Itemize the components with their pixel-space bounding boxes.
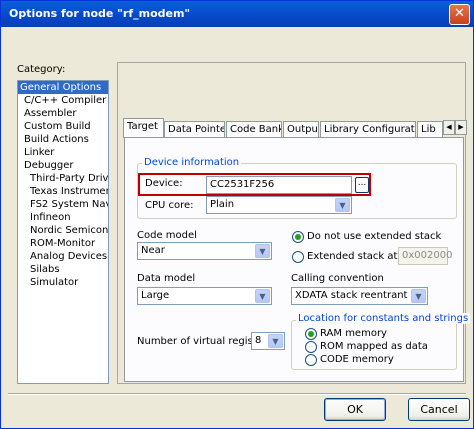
category-item[interactable]: Build Actions — [18, 133, 108, 146]
device-label: Device: — [145, 178, 183, 189]
ram-memory-label: RAM memory — [320, 328, 387, 339]
tab-lib[interactable]: Lib — [417, 121, 443, 137]
category-item[interactable]: Silabs — [18, 263, 108, 276]
chevron-down-icon[interactable]: ▼ — [268, 334, 283, 348]
category-item[interactable]: Infineon — [18, 211, 108, 224]
tab-code-bank[interactable]: Code Bank — [226, 121, 282, 137]
category-item[interactable]: General Options — [18, 81, 108, 94]
tab-scroll: ◀ ▶ — [443, 120, 467, 135]
category-item[interactable]: Analog Devices — [18, 250, 108, 263]
no-extended-stack-radio[interactable] — [292, 231, 304, 243]
category-item[interactable]: Assembler — [18, 107, 108, 120]
tab-output[interactable]: Output — [283, 121, 319, 137]
virtual-registers-value: 8 — [255, 335, 262, 346]
code-model-select[interactable]: Near ▼ — [137, 242, 272, 260]
chevron-down-icon[interactable]: ▼ — [255, 289, 270, 303]
category-item[interactable]: Texas Instruments — [18, 185, 108, 198]
tab-data-pointer[interactable]: Data Pointer — [164, 121, 225, 137]
ram-memory-radio[interactable] — [305, 328, 317, 340]
device-info-title: Device information — [142, 157, 242, 168]
close-button[interactable]: ✕ — [449, 4, 470, 25]
close-icon: ✕ — [454, 6, 465, 21]
category-item[interactable]: Custom Build — [18, 120, 108, 133]
category-item[interactable]: Nordic Semiconduc — [18, 224, 108, 237]
category-label: Category: — [17, 64, 66, 75]
data-model-value: Large — [141, 290, 170, 301]
calling-convention-select[interactable]: XDATA stack reentrant ▼ — [291, 287, 428, 305]
no-extended-stack-label: Do not use extended stack — [307, 231, 442, 242]
code-memory-radio[interactable] — [305, 354, 317, 366]
cpu-core-value: Plain — [210, 199, 235, 210]
tab-library-configuration[interactable]: Library Configuration — [320, 121, 416, 137]
title-bar[interactable]: Options for node "rf_modem" ✕ — [1, 1, 473, 27]
data-model-select[interactable]: Large ▼ — [137, 287, 272, 305]
browse-device-button[interactable]: ... — [355, 177, 369, 193]
device-field[interactable]: CC2531F256 — [206, 176, 352, 194]
window-title: Options for node "rf_modem" — [9, 7, 191, 20]
category-item[interactable]: Linker — [18, 146, 108, 159]
extended-stack-at-radio[interactable] — [292, 251, 304, 263]
category-list[interactable]: General Options C/C++ Compiler Assembler Cu… — [17, 80, 109, 384]
tab-scroll-right-icon[interactable]: ▶ — [455, 120, 467, 135]
category-item[interactable]: Third-Party Driver — [18, 172, 108, 185]
category-item[interactable]: Simulator — [18, 276, 108, 289]
tab-scroll-left-icon[interactable]: ◀ — [443, 120, 455, 135]
chevron-down-icon[interactable]: ▼ — [255, 244, 270, 258]
extended-stack-address-field[interactable]: 0x002000 — [398, 247, 452, 265]
cpu-core-select[interactable]: Plain ▼ — [206, 196, 352, 214]
footer-separator — [8, 393, 466, 395]
chevron-down-icon[interactable]: ▼ — [335, 198, 350, 212]
category-item[interactable]: C/C++ Compiler — [18, 94, 108, 107]
constants-location-title: Location for constants and strings — [296, 313, 471, 324]
data-model-label: Data model — [137, 273, 196, 284]
category-item[interactable]: ROM-Monitor — [18, 237, 108, 250]
extended-stack-at-label: Extended stack at: — [307, 251, 401, 262]
category-item[interactable]: Debugger — [18, 159, 108, 172]
cancel-button[interactable]: Cancel — [408, 398, 470, 421]
calling-convention-label: Calling convention — [291, 273, 384, 284]
category-item[interactable]: FS2 System Naviga — [18, 198, 108, 211]
virtual-registers-select[interactable]: 8 ▼ — [251, 332, 285, 350]
code-model-value: Near — [141, 245, 165, 256]
rom-mapped-radio[interactable] — [305, 341, 317, 353]
ok-button[interactable]: OK — [324, 398, 386, 421]
code-memory-label: CODE memory — [320, 354, 394, 365]
calling-convention-value: XDATA stack reentrant — [295, 290, 408, 301]
rom-mapped-label: ROM mapped as data — [320, 341, 428, 352]
tab-target[interactable]: Target — [123, 118, 164, 138]
cpu-core-label: CPU core: — [145, 200, 194, 211]
code-model-label: Code model — [137, 230, 197, 241]
chevron-down-icon[interactable]: ▼ — [411, 289, 426, 303]
